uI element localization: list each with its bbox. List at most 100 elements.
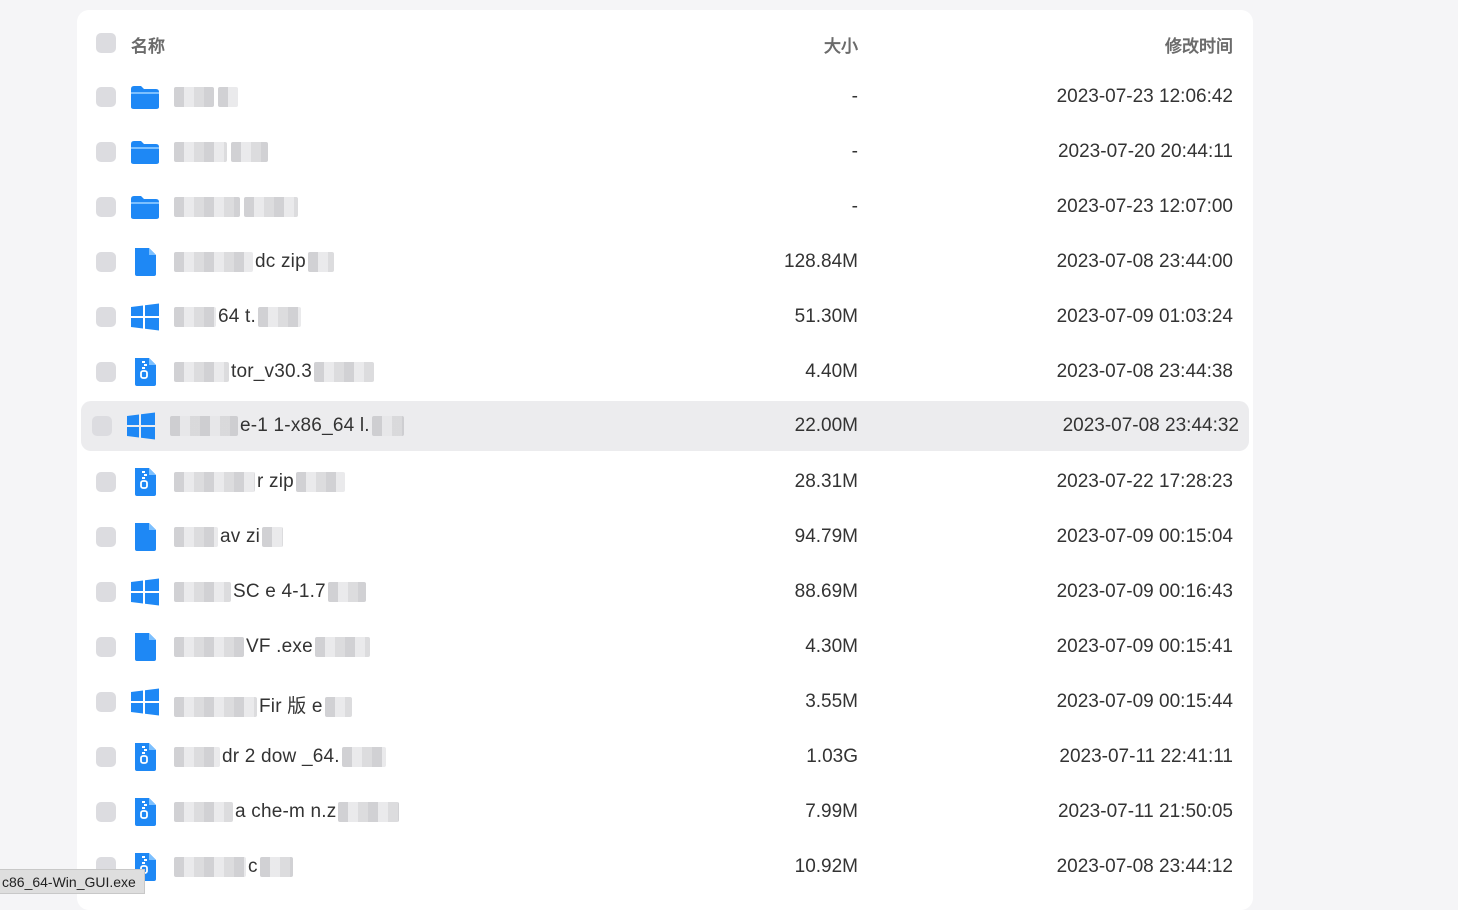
file-modified-time: 2023-07-08 23:44:12 bbox=[1056, 856, 1233, 877]
file-name[interactable] bbox=[172, 141, 270, 163]
file-size: 28.31M bbox=[794, 471, 858, 492]
file-name-text: dc zip bbox=[255, 251, 306, 272]
redacted-text bbox=[341, 746, 386, 767]
file-name-text: a che-m n.z bbox=[235, 801, 337, 822]
file-row[interactable]: - 2023-07-20 20:44:11 bbox=[77, 127, 1253, 177]
zip-icon bbox=[130, 798, 160, 826]
redacted-text bbox=[174, 801, 233, 822]
file-size: 4.30M bbox=[805, 636, 858, 657]
row-checkbox[interactable] bbox=[96, 747, 116, 767]
redacted-text bbox=[231, 141, 268, 162]
redacted-text bbox=[259, 856, 293, 877]
file-name[interactable] bbox=[172, 86, 240, 108]
file-modified-time: 2023-07-09 00:15:04 bbox=[1056, 526, 1233, 547]
redacted-text bbox=[174, 361, 229, 382]
file-row[interactable]: 64 t. 51.30M 2023-07-09 01:03:24 bbox=[77, 292, 1253, 342]
file-row[interactable]: dc zip 128.84M 2023-07-08 23:44:00 bbox=[77, 237, 1253, 287]
file-size: 1.03G bbox=[806, 746, 858, 767]
file-modified-time: 2023-07-11 22:41:11 bbox=[1059, 746, 1233, 767]
file-modified-time: 2023-07-11 21:50:05 bbox=[1057, 801, 1233, 822]
file-name-text: r zip bbox=[257, 471, 294, 492]
row-checkbox[interactable] bbox=[96, 87, 116, 107]
redacted-text bbox=[174, 696, 257, 717]
file-name[interactable]: dc zip bbox=[172, 251, 336, 273]
row-checkbox[interactable] bbox=[92, 416, 112, 436]
file-name[interactable]: r zip bbox=[172, 471, 347, 493]
file-modified-time: 2023-07-09 00:16:43 bbox=[1056, 581, 1233, 602]
zip-icon bbox=[130, 358, 160, 386]
file-name-text: VF .exe bbox=[246, 636, 313, 657]
file-name[interactable]: a che-m n.z bbox=[172, 801, 401, 823]
redacted-text bbox=[327, 581, 366, 602]
file-row[interactable]: e-1 1-x86_64 l. 22.00M 2023-07-08 23:44:32 bbox=[81, 401, 1249, 451]
file-name[interactable]: e-1 1-x86_64 l. bbox=[168, 415, 406, 437]
row-checkbox[interactable] bbox=[96, 582, 116, 602]
row-checkbox[interactable] bbox=[96, 197, 116, 217]
zip-icon bbox=[130, 468, 160, 496]
file-row[interactable]: a che-m n.z 7.99M 2023-07-11 21:50:05 bbox=[77, 787, 1253, 837]
column-header-name[interactable]: 名称 bbox=[131, 32, 165, 57]
file-row[interactable]: tor_v30.3 4.40M 2023-07-08 23:44:38 bbox=[77, 347, 1253, 397]
row-checkbox[interactable] bbox=[96, 527, 116, 547]
file-name-text: e-1 1-x86_64 l. bbox=[240, 415, 370, 436]
redacted-text bbox=[174, 86, 214, 107]
redacted-text bbox=[324, 696, 352, 717]
file-size: - bbox=[851, 196, 858, 217]
redacted-text bbox=[174, 581, 231, 602]
row-checkbox[interactable] bbox=[96, 142, 116, 162]
folder-icon bbox=[130, 193, 160, 221]
redacted-text bbox=[338, 801, 400, 822]
redacted-text bbox=[257, 306, 301, 327]
redacted-text bbox=[295, 471, 345, 492]
file-modified-time: 2023-07-08 23:44:32 bbox=[1062, 415, 1239, 436]
file-modified-time: 2023-07-23 12:06:42 bbox=[1056, 86, 1233, 107]
file-row[interactable]: - 2023-07-23 12:07:00 bbox=[77, 182, 1253, 232]
select-all-checkbox[interactable] bbox=[96, 33, 116, 53]
file-row[interactable]: Fir 版 e 3.55M 2023-07-09 00:15:44 bbox=[77, 677, 1253, 727]
file-size: 7.99M bbox=[805, 801, 858, 822]
redacted-text bbox=[174, 636, 244, 657]
row-checkbox[interactable] bbox=[96, 362, 116, 382]
row-checkbox[interactable] bbox=[96, 252, 116, 272]
file-row[interactable]: VF .exe 4.30M 2023-07-09 00:15:41 bbox=[77, 622, 1253, 672]
file-row[interactable]: av zi 94.79M 2023-07-09 00:15:04 bbox=[77, 512, 1253, 562]
redacted-text bbox=[174, 746, 220, 767]
file-row[interactable]: - 2023-07-23 12:06:42 bbox=[77, 72, 1253, 122]
redacted-text bbox=[174, 251, 253, 272]
file-name[interactable]: VF .exe bbox=[172, 636, 372, 658]
file-size: 51.30M bbox=[794, 306, 858, 327]
row-checkbox[interactable] bbox=[96, 472, 116, 492]
file-modified-time: 2023-07-20 20:44:11 bbox=[1057, 141, 1233, 162]
redacted-text bbox=[262, 526, 284, 547]
file-name[interactable]: SC e 4-1.7 bbox=[172, 581, 368, 603]
windows-icon bbox=[130, 688, 160, 716]
file-modified-time: 2023-07-08 23:44:38 bbox=[1056, 361, 1233, 382]
column-header-modified-time[interactable]: 修改时间 bbox=[1165, 32, 1233, 57]
file-row[interactable]: r zip 28.31M 2023-07-22 17:28:23 bbox=[77, 457, 1253, 507]
file-row[interactable]: c 10.92M 2023-07-08 23:44:12 bbox=[77, 842, 1253, 892]
file-row[interactable]: SC e 4-1.7 88.69M 2023-07-09 00:16:43 bbox=[77, 567, 1253, 617]
file-size: 4.40M bbox=[805, 361, 858, 382]
row-checkbox[interactable] bbox=[96, 307, 116, 327]
file-name-text: c bbox=[248, 856, 258, 877]
file-name[interactable]: 64 t. bbox=[172, 306, 303, 328]
file-name[interactable]: dr 2 dow _64. bbox=[172, 746, 388, 768]
file-name[interactable]: c bbox=[172, 856, 295, 878]
windows-icon bbox=[130, 303, 160, 331]
file-modified-time: 2023-07-08 23:44:00 bbox=[1056, 251, 1233, 272]
file-name-text: 64 t. bbox=[218, 306, 256, 327]
file-modified-time: 2023-07-09 00:15:41 bbox=[1056, 636, 1233, 657]
file-row[interactable]: dr 2 dow _64. 1.03G 2023-07-11 22:41:11 bbox=[77, 732, 1253, 782]
redacted-text bbox=[244, 196, 298, 217]
row-checkbox[interactable] bbox=[96, 637, 116, 657]
file-list-panel: 名称 大小 修改时间 - 2023-07-23 12:06:42 - 2023-07-… bbox=[77, 10, 1253, 910]
column-header-size[interactable]: 大小 bbox=[824, 32, 858, 57]
file-modified-time: 2023-07-09 01:03:24 bbox=[1056, 306, 1233, 327]
file-name[interactable] bbox=[172, 196, 300, 218]
file-name[interactable]: av zi bbox=[172, 526, 285, 548]
row-checkbox[interactable] bbox=[96, 692, 116, 712]
redacted-text bbox=[314, 361, 375, 382]
file-name[interactable]: tor_v30.3 bbox=[172, 361, 376, 383]
file-name[interactable]: Fir 版 e bbox=[172, 691, 354, 718]
row-checkbox[interactable] bbox=[96, 802, 116, 822]
